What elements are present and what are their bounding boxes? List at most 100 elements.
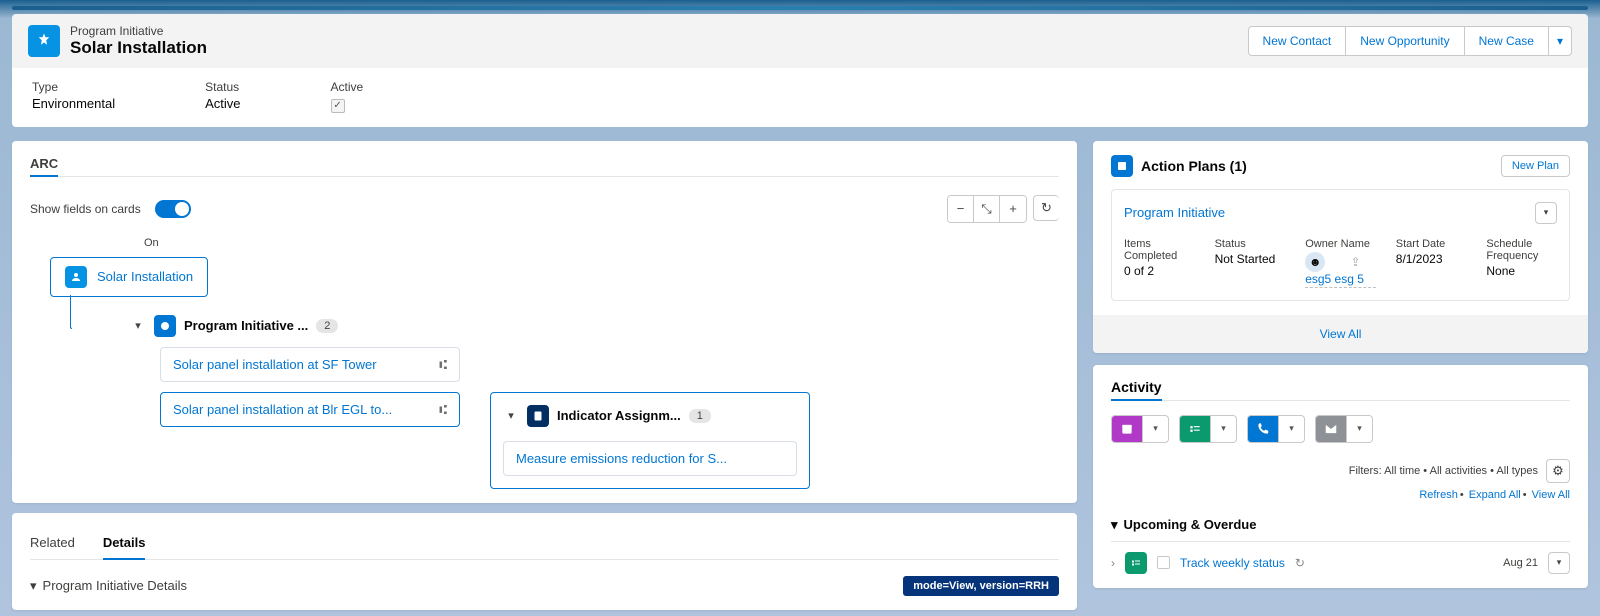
zoom-out-button[interactable]: −: [948, 196, 974, 222]
tab-related[interactable]: Related: [30, 527, 75, 559]
fit-screen-button[interactable]: ⤡: [974, 196, 1000, 222]
tab-details[interactable]: Details: [103, 527, 146, 560]
record-titles: Program Initiative Solar Installation: [70, 24, 207, 58]
zoom-in-button[interactable]: +: [1000, 196, 1026, 222]
collapse-chevron-icon[interactable]: ▾: [130, 319, 146, 332]
status-label: Status: [205, 80, 240, 94]
email-button[interactable]: [1316, 416, 1346, 442]
task-title-link[interactable]: Track weekly status: [1180, 556, 1285, 570]
share-icon[interactable]: ⇪: [1351, 255, 1361, 269]
indicator-assignment-box: ▾ Indicator Assignm... 1 Measure emissio…: [490, 392, 810, 489]
divider: [1111, 400, 1570, 401]
type-value: Environmental: [32, 96, 115, 111]
top-ribbon: [12, 6, 1588, 10]
recurring-icon: ↻: [1295, 556, 1305, 570]
owner-name-label: Owner Name: [1305, 238, 1376, 250]
section-toggle[interactable]: ▾ Program Initiative Details: [30, 578, 187, 594]
active-checkbox-icon: ✓: [331, 99, 345, 113]
new-event-button[interactable]: [1112, 416, 1142, 442]
refresh-arc-button[interactable]: ↻: [1033, 195, 1059, 221]
activity-settings-button[interactable]: ⚙: [1546, 459, 1570, 483]
arc-title: ARC: [30, 156, 58, 177]
activity-title: Activity: [1111, 379, 1162, 401]
new-task-button[interactable]: [1180, 416, 1210, 442]
record-tabs: Related Details: [30, 527, 1059, 560]
upcoming-label: Upcoming & Overdue: [1124, 517, 1257, 532]
event-dropdown[interactable]: ▾: [1142, 416, 1168, 442]
upcoming-section-toggle[interactable]: ▾ Upcoming & Overdue: [1111, 517, 1570, 542]
zoom-tools: − ⤡ +: [947, 195, 1027, 223]
field-status: Status Active: [205, 80, 240, 113]
group-label: Program Initiative ...: [184, 318, 308, 333]
tree-connector: [70, 295, 72, 329]
toggle-state: On: [144, 237, 1059, 249]
chevron-down-icon: ▾: [30, 578, 37, 594]
active-label: Active: [331, 80, 364, 94]
task-menu[interactable]: ▾: [1548, 552, 1570, 574]
toggle-label: Show fields on cards: [30, 202, 141, 216]
field-type: Type Environmental: [32, 80, 115, 113]
action-plan-link[interactable]: Program Initiative: [1124, 205, 1225, 220]
new-contact-button[interactable]: New Contact: [1248, 26, 1347, 56]
hierarchy-icon[interactable]: ⑆: [439, 402, 447, 417]
arc-card: ARC Show fields on cards − ⤡ + ↻ On: [12, 141, 1077, 503]
action-plans-icon: [1111, 155, 1133, 177]
refresh-link[interactable]: Refresh: [1419, 489, 1458, 501]
new-plan-button[interactable]: New Plan: [1501, 155, 1570, 177]
group-count-badge: 2: [316, 319, 338, 333]
details-card: Related Details ▾ Program Initiative Det…: [12, 513, 1077, 610]
section-title: Program Initiative Details: [43, 578, 188, 593]
log-call-button[interactable]: [1248, 416, 1278, 442]
arc-child-node[interactable]: Solar panel installation at SF Tower ⑆: [160, 347, 460, 382]
email-dropdown[interactable]: ▾: [1346, 416, 1372, 442]
frequency-label: Schedule Frequency: [1486, 238, 1557, 262]
owner-avatar-icon: ☻: [1305, 252, 1325, 272]
items-completed-label: Items Completed: [1124, 238, 1195, 262]
indicator-assignment-icon: [527, 405, 549, 427]
collapse-chevron-icon[interactable]: ▾: [503, 409, 519, 422]
record-title: Solar Installation: [70, 38, 207, 58]
child-node-label: Solar panel installation at Blr EGL to..…: [173, 402, 392, 417]
program-initiative-group-icon: [154, 315, 176, 337]
plan-status-value: Not Started: [1215, 252, 1286, 266]
status-value: Active: [205, 96, 240, 111]
task-dropdown[interactable]: ▾: [1210, 416, 1236, 442]
task-row: › Track weekly status ↻ Aug 21 ▾: [1111, 552, 1570, 574]
indicator-group-label: Indicator Assignm...: [557, 408, 681, 423]
view-all-footer: View All: [1093, 315, 1588, 353]
call-dropdown[interactable]: ▾: [1278, 416, 1304, 442]
expand-icon[interactable]: ›: [1111, 556, 1115, 570]
owner-name-link[interactable]: esg5 esg 5: [1305, 272, 1376, 288]
start-date-label: Start Date: [1396, 238, 1467, 250]
record-type-label: Program Initiative: [70, 24, 207, 38]
arc-child-node-selected[interactable]: Solar panel installation at Blr EGL to..…: [160, 392, 460, 427]
record-header: Program Initiative Solar Installation Ne…: [12, 14, 1588, 68]
action-plan-menu[interactable]: ▾: [1535, 202, 1557, 224]
frequency-value: None: [1486, 264, 1557, 278]
indicator-item[interactable]: Measure emissions reduction for S...: [503, 441, 797, 476]
field-active: Active ✓: [331, 80, 364, 113]
program-initiative-icon: [65, 266, 87, 288]
header-actions: New Contact New Opportunity New Case ▾: [1249, 26, 1572, 56]
new-opportunity-button[interactable]: New Opportunity: [1345, 26, 1464, 56]
activity-card: Activity ▾ ▾ ▾ ▾ Filters: All time • All…: [1093, 365, 1588, 588]
task-date: Aug 21: [1503, 557, 1538, 569]
start-date-value: 8/1/2023: [1396, 252, 1467, 266]
program-initiative-icon: [28, 25, 60, 57]
show-fields-toggle[interactable]: [155, 200, 191, 218]
plan-status-label: Status: [1215, 238, 1286, 250]
task-item-icon: [1125, 552, 1147, 574]
task-checkbox[interactable]: [1157, 556, 1170, 569]
root-node-label: Solar Installation: [97, 269, 193, 284]
arc-root-node[interactable]: Solar Installation: [50, 257, 208, 297]
record-highlights: Type Environmental Status Active Active …: [12, 68, 1588, 127]
action-plans-title: Action Plans (1): [1141, 158, 1247, 174]
hierarchy-icon[interactable]: ⑆: [439, 357, 447, 372]
header-actions-dropdown[interactable]: ▾: [1548, 26, 1572, 56]
expand-all-link[interactable]: Expand All: [1469, 489, 1521, 501]
view-all-link[interactable]: View All: [1320, 327, 1362, 341]
new-case-button[interactable]: New Case: [1464, 26, 1549, 56]
action-plan-item: Program Initiative ▾ Items Completed 0 o…: [1111, 189, 1570, 301]
divider: [30, 176, 1059, 177]
view-all-link[interactable]: View All: [1532, 489, 1570, 501]
